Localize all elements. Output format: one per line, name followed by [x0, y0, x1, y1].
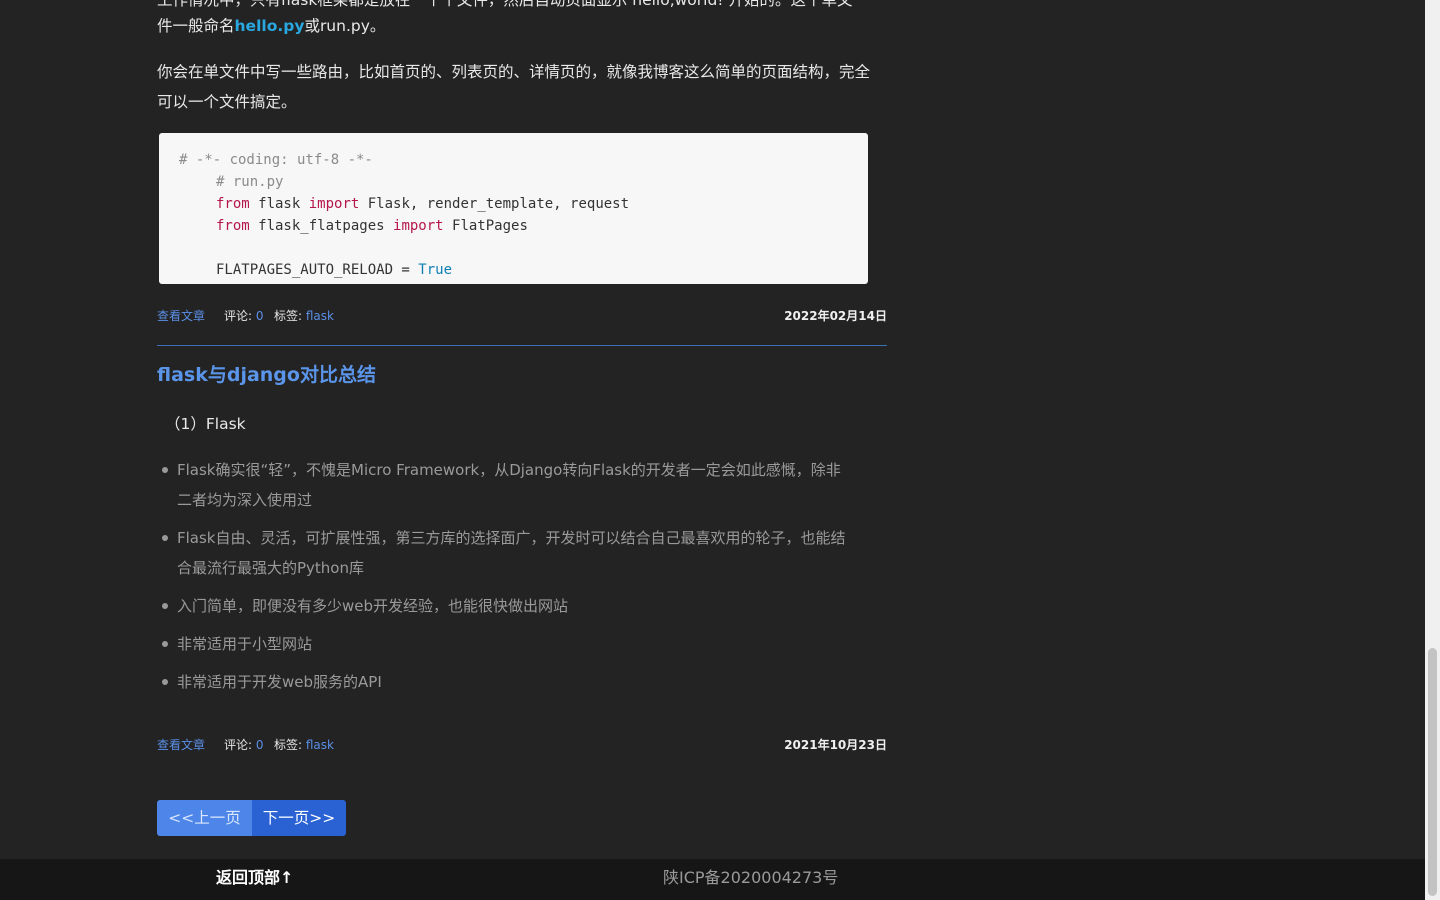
comment-count-link[interactable]: 0 — [256, 309, 264, 323]
post-tags: 标签: flask — [274, 738, 334, 752]
code-block: # -*- coding: utf-8 -*- # run.py from fl… — [159, 133, 868, 284]
comment-count: 评论: 0 — [224, 309, 264, 323]
post-excerpt-line: 件一般命名hello.py或run.py。 — [157, 11, 887, 41]
bullet-dot — [162, 679, 168, 685]
footer: 返回顶部↑ 陕ICP备2020004273号 — [0, 859, 1425, 900]
code-line: FLATPAGES_AUTO_RELOAD = True — [216, 262, 453, 278]
list-item: 非常适用于小型网站 — [162, 629, 887, 659]
comment-count-link[interactable]: 0 — [256, 738, 264, 752]
page-scrollbar[interactable] — [1425, 0, 1440, 900]
view-article-link[interactable]: 查看文章 — [157, 306, 205, 326]
bullet-dot — [162, 641, 168, 647]
comment-count: 评论: 0 — [224, 738, 264, 752]
post-subheading: （1）Flask — [165, 415, 246, 433]
back-to-top-link[interactable]: 返回顶部↑ — [216, 859, 293, 897]
code-line: from flask_flatpages import FlatPages — [216, 218, 528, 234]
post-tags: 标签: flask — [274, 309, 334, 323]
code-line: # -*- coding: utf-8 -*- — [179, 152, 373, 168]
tag-link-flask[interactable]: flask — [306, 738, 334, 752]
post-divider — [157, 345, 887, 346]
bullet-dot — [162, 467, 168, 473]
excerpt-text: 你会在单文件中写一些路由，比如首页的、列表页的、详情页的，就像我博客这么简单的页… — [157, 63, 871, 81]
post-meta: 查看文章 评论: 0 标签: flask 2022年02月14日 — [157, 306, 887, 326]
excerpt-text: 件一般命名 — [157, 17, 235, 35]
hello-py-link[interactable]: hello.py — [235, 17, 305, 35]
prev-page-button[interactable]: <<上一页 — [157, 800, 252, 836]
view-article-link[interactable]: 查看文章 — [157, 735, 205, 755]
post-date: 2021年10月23日 — [784, 738, 887, 752]
code-line: from flask import Flask, render_template… — [216, 196, 630, 212]
scrollbar-thumb[interactable] — [1428, 648, 1437, 896]
list-item: Flask确实很“轻”，不愧是Micro Framework，从Django转向… — [162, 455, 887, 515]
excerpt-text: 可以一个文件搞定。 — [157, 93, 297, 111]
post-date: 2022年02月14日 — [784, 309, 887, 323]
next-page-button[interactable]: 下一页>> — [252, 800, 346, 836]
bullet-dot — [162, 603, 168, 609]
list-item: 非常适用于开发web服务的API — [162, 667, 887, 697]
post-meta: 查看文章 评论: 0 标签: flask 2021年10月23日 — [157, 735, 887, 755]
list-item: 入门简单，即便没有多少web开发经验，也能很快做出网站 — [162, 591, 887, 621]
icp-record-text: 陕ICP备2020004273号 — [663, 868, 839, 887]
tag-link-flask[interactable]: flask — [306, 309, 334, 323]
excerpt-text: 或run.py。 — [304, 17, 386, 35]
post-title-link[interactable]: flask与django对比总结 — [157, 360, 376, 390]
list-item: Flask自由、灵活，可扩展性强，第三方库的选择面广，开发时可以结合自己最喜欢用… — [162, 523, 887, 583]
bullet-dot — [162, 535, 168, 541]
excerpt-text: 工作情况中，只有flask框架都是放在一个个文件，然后自动页面显示 hello,… — [157, 0, 853, 9]
code-line: # run.py — [216, 174, 284, 190]
post-excerpt-paragraph: 你会在单文件中写一些路由，比如首页的、列表页的、详情页的，就像我博客这么简单的页… — [157, 57, 887, 117]
